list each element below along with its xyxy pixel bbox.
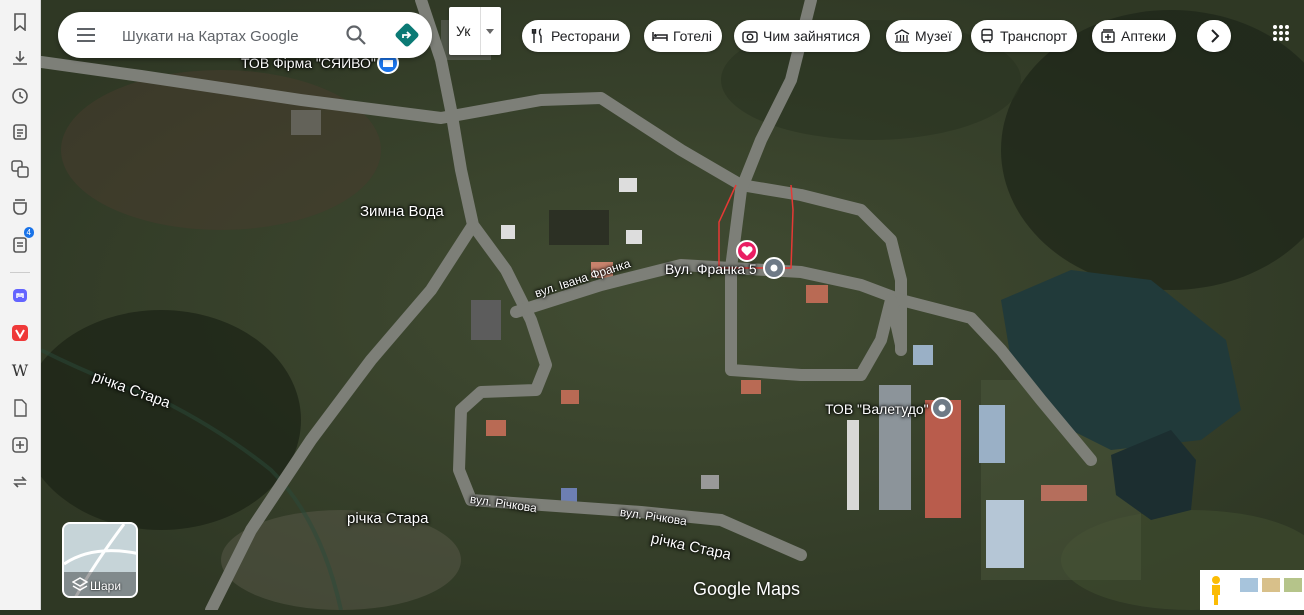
pharmacy-icon	[1101, 29, 1115, 43]
chip-museums[interactable]: Музеї	[886, 20, 962, 52]
bus-icon	[981, 28, 993, 43]
google-maps-logo: Google Maps	[693, 579, 801, 599]
language-label: Ук	[456, 23, 471, 39]
street-view-controls[interactable]	[1200, 570, 1304, 610]
chip-pharmacies[interactable]: Аптеки	[1092, 20, 1176, 52]
place-label-valetudo[interactable]: ТОВ "Валетудо"	[825, 401, 929, 417]
reading-list-icon[interactable]: 4	[8, 227, 34, 256]
museum-icon	[894, 29, 910, 43]
chevron-down-icon	[486, 29, 494, 34]
notification-badge: 4	[23, 227, 34, 238]
chip-label: Чим зайнятися	[763, 28, 860, 44]
chip-transport[interactable]: Транспорт	[971, 20, 1078, 52]
apps-grid-icon[interactable]	[1272, 24, 1290, 42]
bookmark-icon[interactable]	[8, 10, 32, 34]
chevron-right-icon	[1211, 29, 1220, 43]
river-label-2: річка Стара	[347, 510, 429, 527]
chips-next-button[interactable]	[1197, 20, 1231, 52]
chip-restaurants[interactable]: Ресторани	[522, 20, 630, 52]
document-icon[interactable]	[8, 396, 32, 420]
search-icon[interactable]	[344, 23, 368, 47]
download-icon[interactable]	[8, 46, 32, 70]
saved-heart-pin-icon[interactable]	[736, 240, 758, 262]
chip-label: Ресторани	[551, 28, 620, 44]
menu-icon[interactable]	[74, 23, 98, 47]
layers-label: Шари	[90, 579, 122, 593]
search-input[interactable]	[120, 24, 334, 48]
fork-knife-icon	[531, 28, 542, 43]
village-label: Зимна Вода	[360, 203, 444, 220]
place-label-franka5[interactable]: Вул. Франка 5	[665, 261, 757, 277]
translate-icon[interactable]	[8, 157, 32, 181]
add-panel-icon[interactable]	[8, 433, 32, 457]
chip-label: Музеї	[915, 28, 952, 44]
sync-icon[interactable]	[8, 470, 32, 494]
directions-icon[interactable]	[394, 22, 420, 48]
chip-hotels[interactable]: Готелі	[644, 20, 722, 52]
bed-icon	[652, 32, 668, 41]
location-pin-icon-valetudo[interactable]	[931, 397, 953, 419]
layers-icon	[72, 577, 88, 591]
location-pin-icon[interactable]	[763, 257, 785, 279]
vivaldi-icon[interactable]	[8, 321, 32, 345]
chip-things-to-do[interactable]: Чим зайнятися	[734, 20, 870, 52]
satellite-map[interactable]: ТОВ Фірма "СЯЙВО" Зимна Вода Вул. Франка…	[41, 0, 1304, 610]
chip-label: Готелі	[673, 28, 712, 44]
language-selector[interactable]: Ук	[449, 7, 501, 55]
search-box[interactable]	[58, 12, 432, 58]
mastodon-icon[interactable]	[8, 284, 32, 308]
layers-button[interactable]: Шари	[62, 522, 138, 598]
wikipedia-icon[interactable]: W	[8, 358, 32, 382]
chip-label: Транспорт	[1000, 28, 1068, 44]
history-icon[interactable]	[8, 84, 32, 108]
pegman-icon[interactable]	[1200, 570, 1304, 610]
camera-icon	[742, 31, 758, 43]
browser-sidebar: 4 W	[0, 0, 41, 610]
coffee-icon[interactable]	[8, 194, 32, 218]
chip-label: Аптеки	[1121, 28, 1166, 44]
notes-icon[interactable]	[8, 120, 32, 144]
